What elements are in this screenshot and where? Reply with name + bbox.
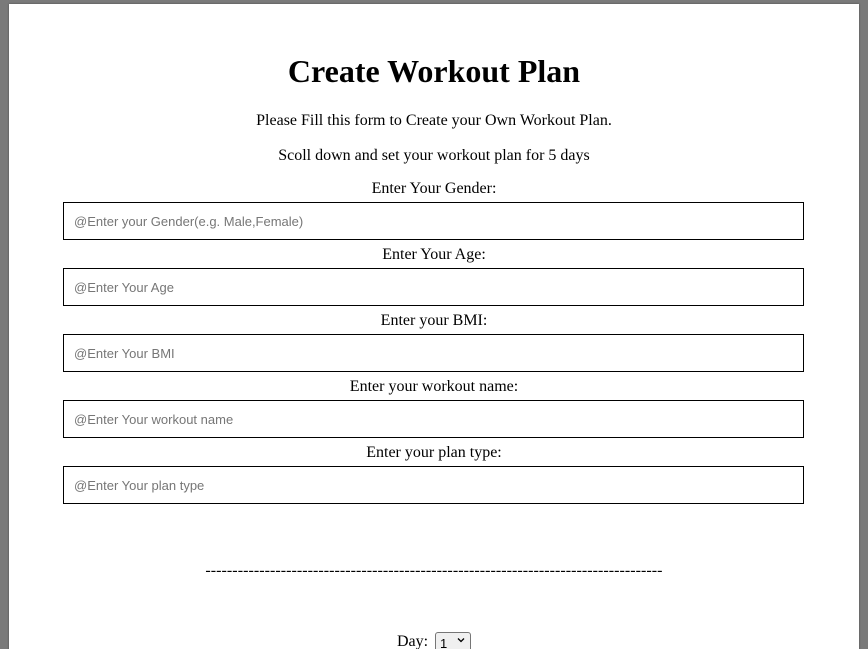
day-label: Day: (396, 633, 429, 649)
page-title: Create Workout Plan (287, 53, 581, 89)
browser-viewport: Create Workout Plan Please Fill this for… (0, 0, 868, 649)
workout-name-label: Enter your workout name: (349, 378, 519, 395)
page: Create Workout Plan Please Fill this for… (9, 4, 859, 649)
chevron-down-icon (457, 638, 465, 643)
plan-type-input[interactable] (63, 466, 804, 504)
bmi-input[interactable] (63, 334, 804, 372)
workout-name-input[interactable] (63, 400, 804, 438)
age-input[interactable] (63, 268, 804, 306)
age-label: Enter Your Age: (382, 246, 486, 263)
bmi-label: Enter your BMI: (380, 312, 488, 329)
gender-input[interactable] (63, 202, 804, 240)
plan-type-label: Enter your plan type: (366, 444, 502, 461)
day-select-value: 1 (440, 636, 448, 649)
day-row: Day: 1 (9, 631, 859, 649)
gender-label: Enter Your Gender: (371, 180, 497, 197)
day-select[interactable]: 1 (435, 632, 472, 649)
instruction-text: Scoll down and set your workout plan for… (278, 147, 590, 164)
intro-text: Please Fill this form to Create your Own… (256, 112, 612, 129)
section-divider: ----------------------------------------… (205, 562, 663, 579)
